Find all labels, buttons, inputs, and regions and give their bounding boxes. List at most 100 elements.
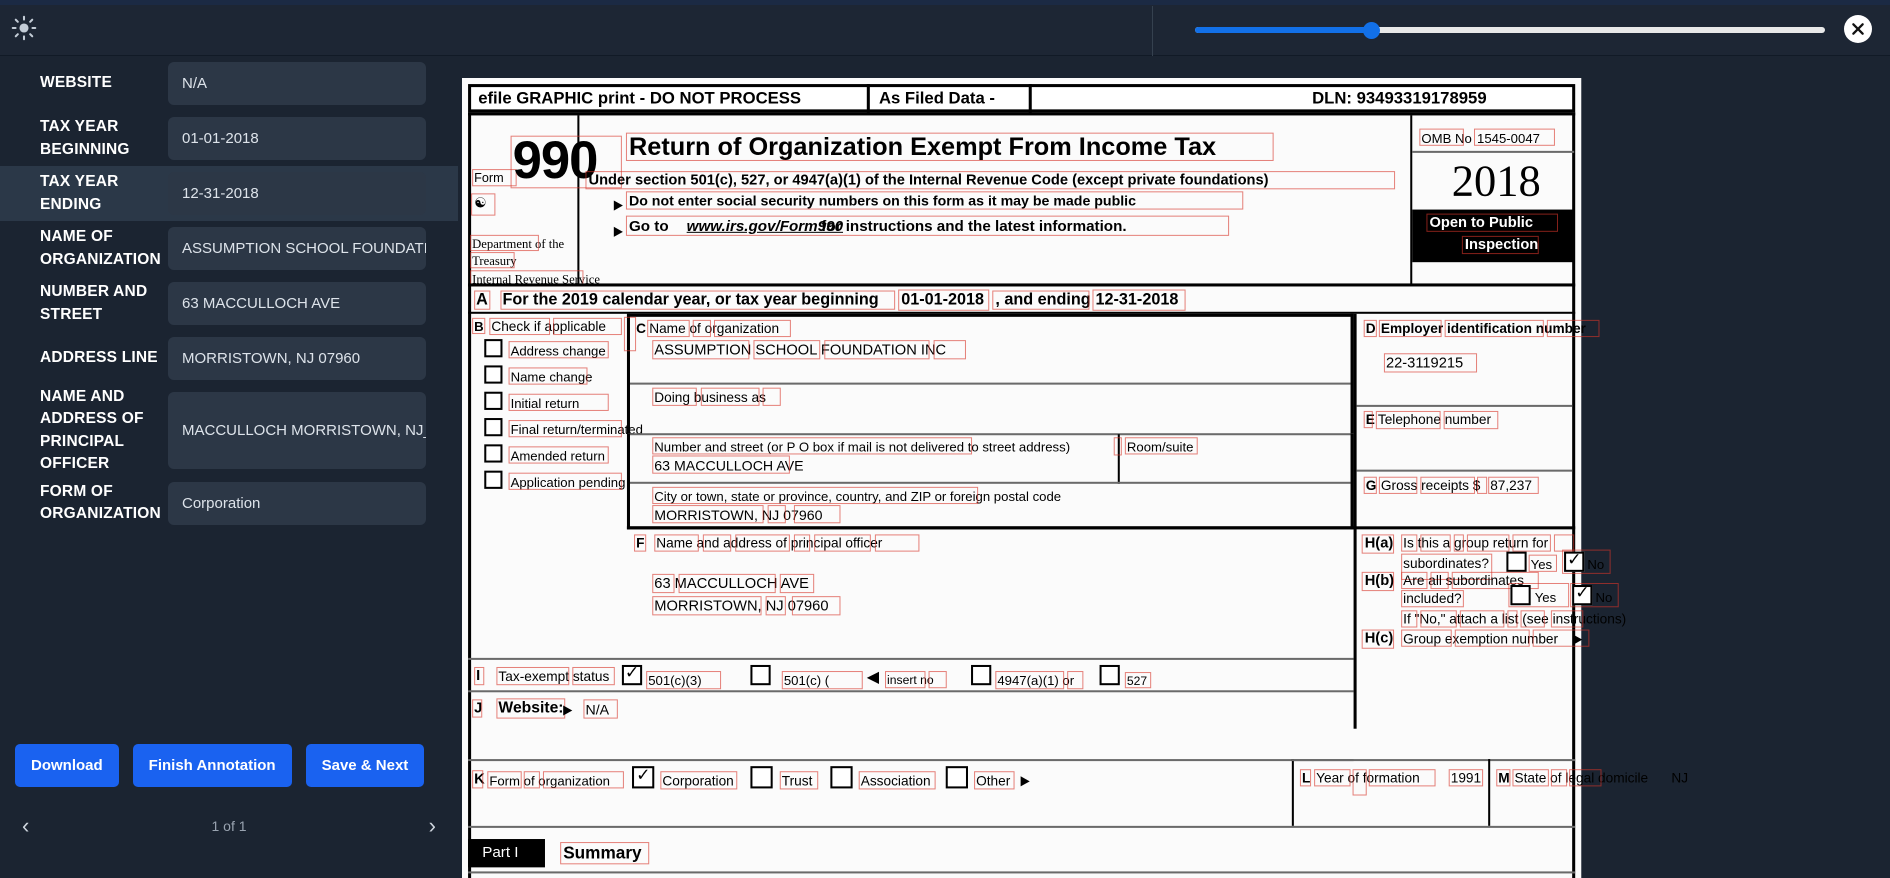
action-buttons: Download Finish Annotation Save & Next: [0, 744, 458, 787]
form-fields-sidebar: WEBSITE N/A TAX YEAR BEGINNING 01-01-2018 TA…: [0, 56, 458, 878]
status-501c-checkbox[interactable]: [750, 664, 771, 686]
section-e-label: Telephone number: [1377, 411, 1492, 428]
banner-divider-2: [1028, 84, 1032, 113]
state-domicile-value: NJ: [1671, 770, 1689, 786]
field-value-input[interactable]: N/A: [168, 62, 426, 105]
chevron-right-icon[interactable]: ›: [429, 815, 436, 837]
org-corporation-checkbox[interactable]: ✓: [632, 765, 655, 789]
section-i-letter: I: [476, 667, 481, 685]
field-label: TAX YEAR ENDING: [40, 173, 119, 213]
gross-receipts-value: 87,237: [1490, 477, 1532, 493]
section-h-left-border: [1353, 526, 1357, 729]
dln-text: DLN: 93493319178959: [1312, 89, 1487, 108]
section-b-checkbox[interactable]: [484, 470, 503, 489]
field-value-input[interactable]: MACCULLOCH MORRISTOWN, NJ_07: [168, 392, 426, 470]
field-label: FORM OF ORGANIZATION: [40, 482, 161, 523]
form-word: Form: [474, 171, 504, 186]
insert-arrow-icon: ◀: [866, 669, 880, 687]
close-button[interactable]: [1844, 15, 1872, 43]
field-row[interactable]: TAX YEAR ENDING 12-31-2018: [0, 166, 458, 221]
officer-address-line-2: MORRISTOWN, NJ 07960: [654, 598, 829, 615]
line-a-text-2: , and ending: [995, 291, 1091, 309]
annotation-app: WEBSITE N/A TAX YEAR BEGINNING 01-01-2018 TA…: [0, 0, 1890, 878]
finish-annotation-button[interactable]: Finish Annotation: [132, 744, 292, 787]
org-trust-checkbox[interactable]: [750, 766, 773, 789]
section-b-checkbox[interactable]: [484, 391, 503, 410]
line-a-end-date: 12-31-2018: [1095, 291, 1179, 309]
street-label: Number and street (or P O box if mail is…: [654, 439, 1071, 455]
hb-yes-checkbox[interactable]: [1510, 585, 1531, 606]
section-l-top-rule: [1291, 759, 1576, 762]
section-k-label: Form of organization: [489, 773, 610, 789]
omb-number: 1545-0047: [1477, 130, 1540, 146]
org-other-checkbox[interactable]: [945, 766, 968, 789]
room-suite-label: Room/suite: [1126, 439, 1194, 455]
status-527-checkbox[interactable]: [1099, 664, 1120, 686]
section-b-checkbox[interactable]: [484, 339, 503, 358]
document-viewer[interactable]: efile GRAPHIC print - DO NOT PROCESS As …: [458, 56, 1890, 878]
field-value-input[interactable]: Corporation: [168, 481, 426, 525]
field-row[interactable]: NAME AND ADDRESS OF PRINCIPAL OFFICER MAC…: [0, 386, 458, 476]
status-501c3-checkbox[interactable]: ✓: [621, 664, 643, 686]
checkmark-icon: ✓: [636, 765, 651, 786]
download-button[interactable]: Download: [15, 744, 119, 787]
section-b-checkbox[interactable]: [484, 418, 503, 437]
field-value-input[interactable]: 01-01-2018: [168, 117, 426, 160]
hb-no-checkbox[interactable]: ✓: [1572, 585, 1593, 606]
field-row[interactable]: WEBSITE N/A: [0, 56, 458, 111]
efile-banner-text: efile GRAPHIC print - DO NOT PROCESS: [478, 89, 802, 108]
ha-text-2: subordinates?: [1403, 555, 1489, 571]
chevron-left-icon[interactable]: ‹: [22, 815, 29, 837]
field-row[interactable]: TAX YEAR BEGINNING 01-01-2018: [0, 111, 458, 166]
section-j-letter: J: [474, 700, 483, 717]
section-b-checkbox[interactable]: [484, 365, 503, 384]
hb-text-1: Are all subordinates: [1403, 572, 1524, 589]
section-b-checkbox[interactable]: [484, 444, 503, 463]
field-value-input[interactable]: MORRISTOWN, NJ 07960: [168, 337, 426, 380]
section-f-top: [626, 526, 1354, 530]
section-b-option-label: Initial return: [510, 395, 580, 411]
save-and-next-button[interactable]: Save & Next: [305, 744, 425, 787]
field-row[interactable]: NUMBER AND STREET 63 MACCULLOCH AVE: [0, 276, 458, 331]
hb-text-2: included?: [1403, 591, 1462, 607]
city-value: MORRISTOWN, NJ 07960: [654, 507, 823, 524]
slider-fill: [1195, 27, 1372, 33]
field-value-input[interactable]: ASSUMPTION SCHOOL FOUNDATIOI: [168, 227, 426, 270]
form-number: 990: [512, 131, 599, 191]
zoom-slider[interactable]: [1195, 22, 1825, 39]
status-4947-checkbox[interactable]: [971, 664, 992, 686]
ha-no-checkbox[interactable]: ✓: [1564, 551, 1585, 572]
section-d-rule: [1356, 404, 1573, 407]
section-b-letter: B: [474, 318, 484, 335]
irs-url[interactable]: www.irs.gov/Form990: [687, 218, 843, 235]
rule-line-a-top: [468, 283, 1576, 287]
slider-thumb[interactable]: [1363, 22, 1381, 39]
brightness-sun-icon[interactable]: [6, 10, 42, 46]
topbar-accent-strip: [0, 0, 1890, 5]
field-row[interactable]: NAME OF ORGANIZATION ASSUMPTION SCHOOL FO…: [0, 221, 458, 276]
field-row[interactable]: FORM OF ORGANIZATION Corporation: [0, 476, 458, 531]
field-value-input[interactable]: 63 MACCULLOCH AVE: [168, 282, 426, 325]
open-public-line-1: Open to Public: [1429, 214, 1534, 231]
org-association-checkbox[interactable]: [830, 766, 853, 789]
status-501c3-label: 501(c)(3): [648, 673, 702, 689]
field-label: NAME OF ORGANIZATION: [40, 228, 161, 268]
omb-label: OMB No: [1421, 130, 1472, 146]
field-row[interactable]: ADDRESS LINE MORRISTOWN, NJ 07960: [0, 331, 458, 386]
section-j-top-rule: [468, 690, 1354, 693]
section-e-letter: E: [1365, 411, 1375, 428]
line-a-text-1: For the 2019 calendar year, or tax year …: [502, 291, 879, 309]
city-label: City or town, state or province, country…: [654, 488, 1062, 505]
field-value-input[interactable]: 12-31-2018: [168, 172, 426, 215]
hb-no-label: No: [1595, 590, 1613, 606]
section-c-top-border: [626, 313, 1354, 317]
ha-yes-checkbox[interactable]: [1506, 551, 1527, 572]
hc-text: Group exemption number: [1403, 631, 1559, 647]
hc-letter: H(c): [1364, 630, 1394, 647]
section-e-rule: [1356, 469, 1573, 472]
field-label: WEBSITE: [40, 74, 113, 92]
section-d-left-border: [1353, 313, 1357, 530]
part-i-title: Summary: [563, 843, 642, 863]
hb-letter: H(b): [1364, 572, 1395, 590]
border-left: [468, 112, 472, 878]
